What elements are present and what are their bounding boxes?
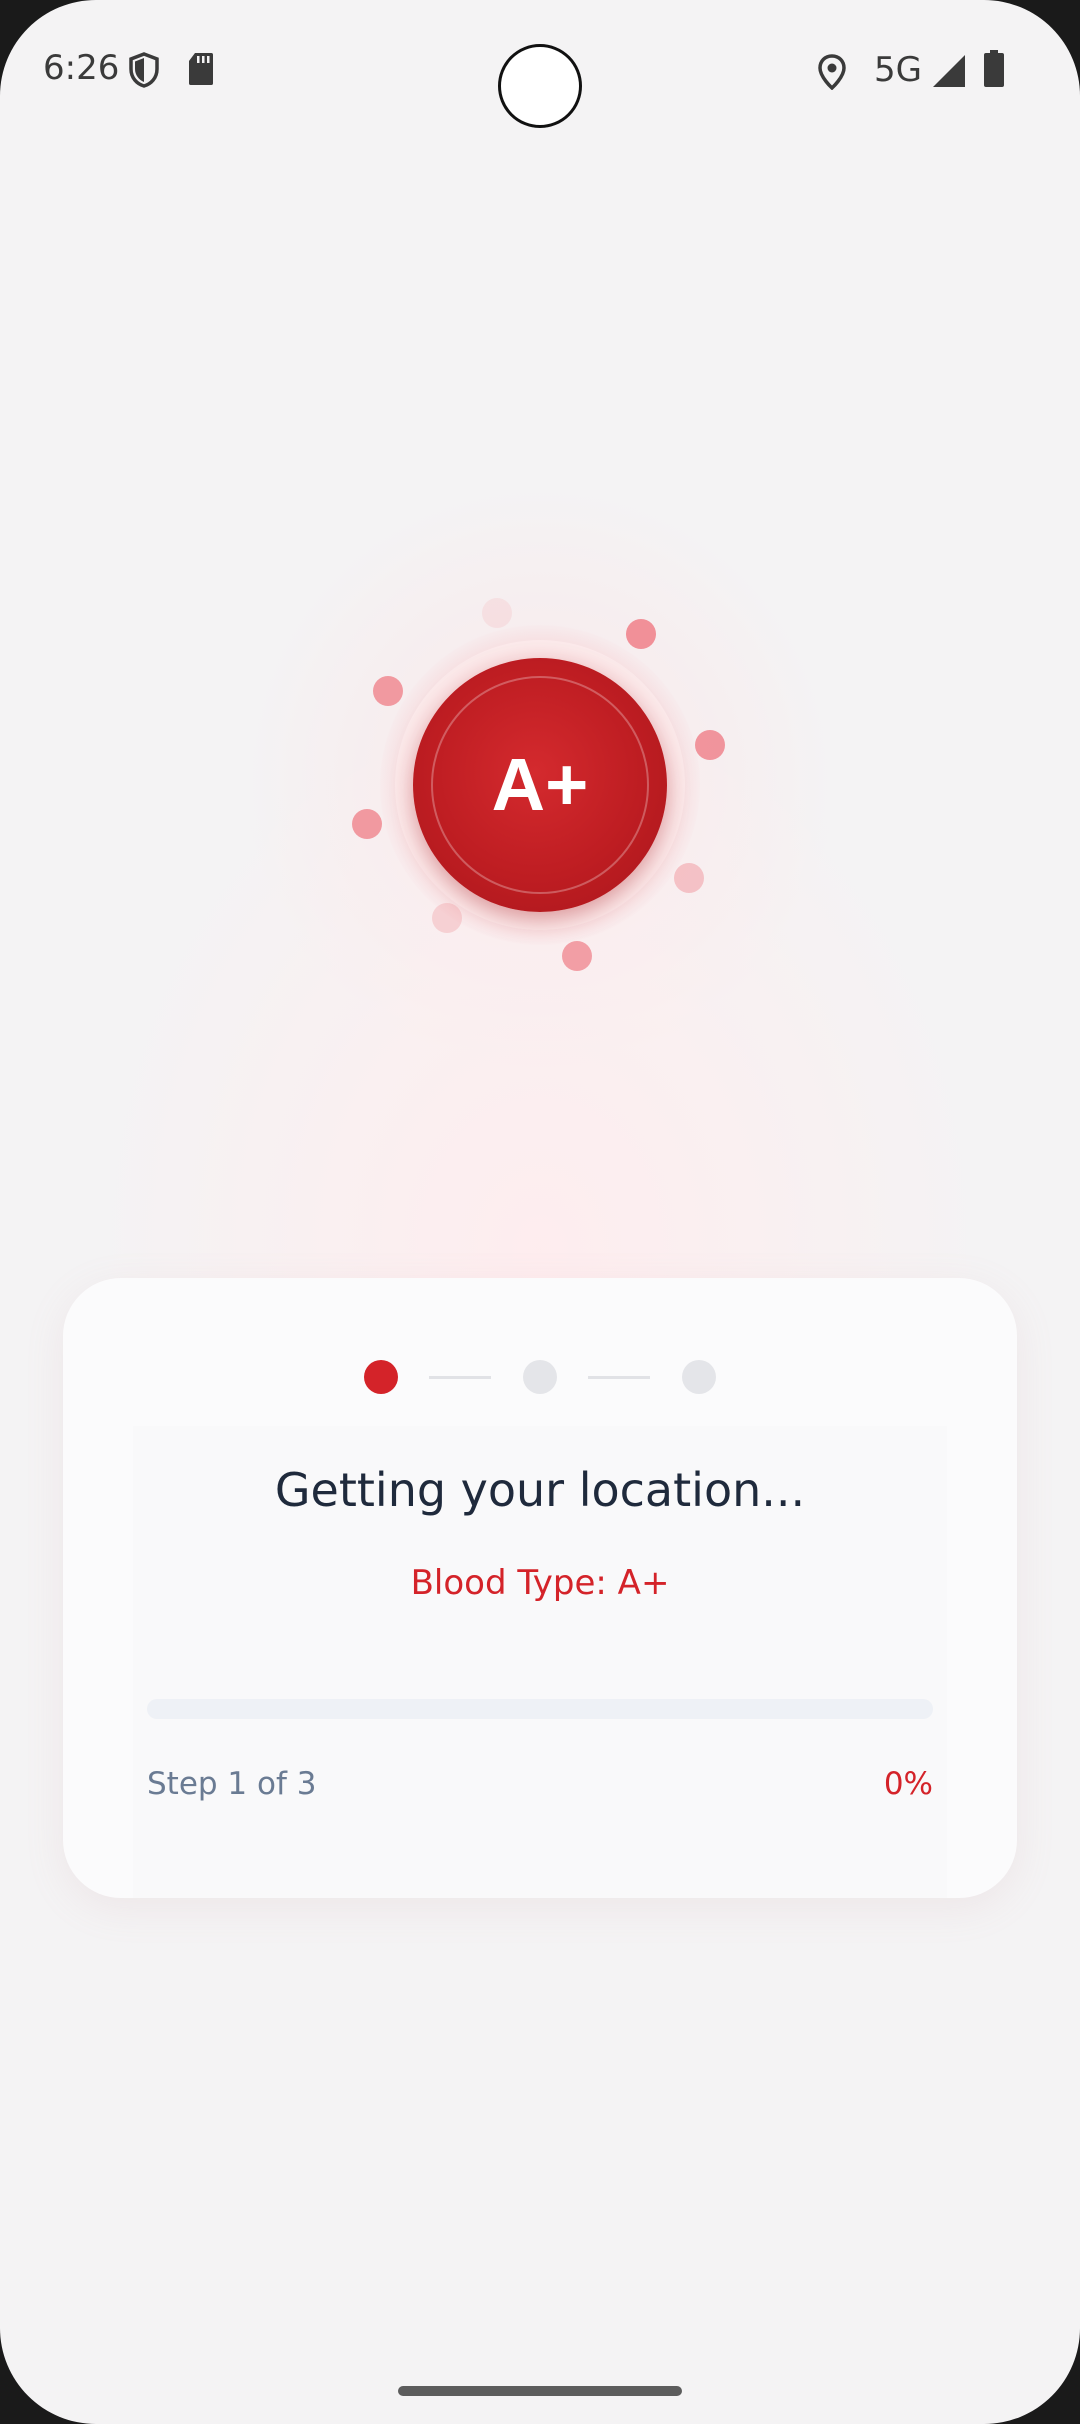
network-type: 5G (874, 50, 922, 90)
step-indicator (63, 1358, 1017, 1398)
status-time: 6:26 (43, 48, 120, 88)
orbit-dot (674, 863, 704, 893)
location-status-card: Getting your location... Blood Type: A+ … (63, 1278, 1017, 1898)
progress-bar (147, 1699, 933, 1719)
home-indicator[interactable] (398, 2386, 682, 2396)
signal-icon (932, 54, 966, 92)
orbit-dot (695, 730, 725, 760)
battery-icon (983, 50, 1005, 92)
orbit-dot (482, 598, 512, 628)
location-icon (818, 54, 846, 94)
progress-percent: 0% (883, 1766, 933, 1802)
shield-icon (128, 52, 160, 92)
badge-blood-type: A+ (491, 743, 589, 826)
step-dot-1 (364, 1360, 398, 1394)
step-connector-1 (429, 1376, 491, 1379)
sd-card-icon (188, 52, 214, 90)
step-dot-2 (523, 1360, 557, 1394)
step-connector-2 (588, 1376, 650, 1379)
orbit-dot (432, 903, 462, 933)
card-title: Getting your location... (274, 1463, 806, 1517)
orbit-dot (562, 941, 592, 971)
front-camera (498, 44, 582, 128)
blood-type-badge: A+ (340, 585, 740, 985)
badge-circle: A+ (413, 658, 667, 912)
blood-type-label: Blood Type: A+ (410, 1563, 670, 1603)
step-counter: Step 1 of 3 (147, 1766, 317, 1802)
phone-screen: 6:26 5G A+ Getting your location... Bloo… (0, 0, 1080, 2424)
step-dot-3 (682, 1360, 716, 1394)
orbit-dot (373, 676, 403, 706)
status-bar: 6:26 5G (0, 0, 1080, 140)
orbit-dot (352, 809, 382, 839)
orbit-dot (626, 619, 656, 649)
